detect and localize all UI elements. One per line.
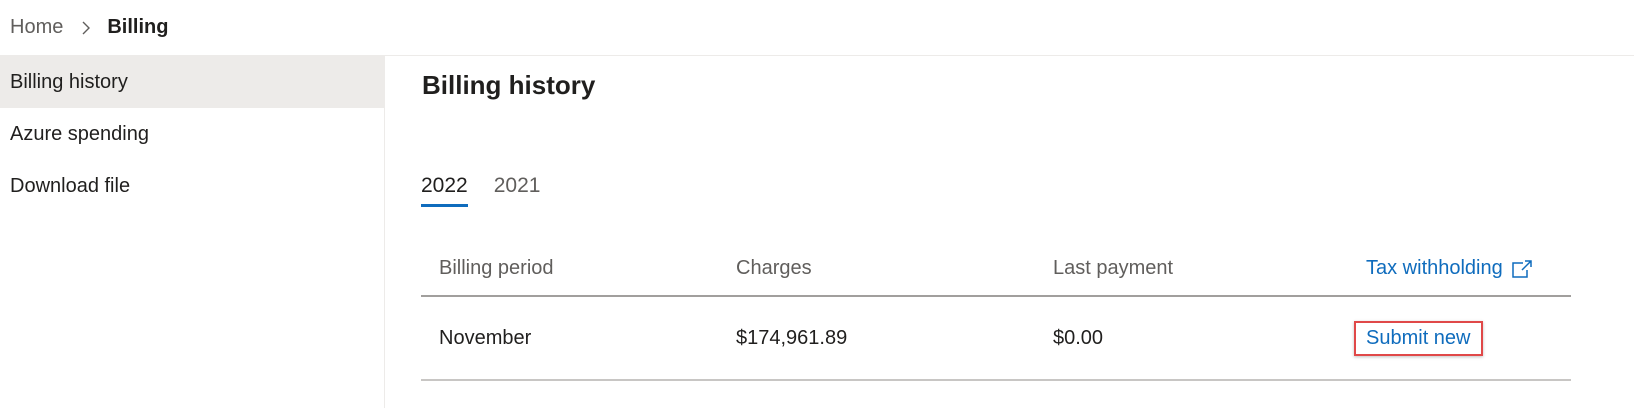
sidebar-item-label: Download file <box>10 174 131 197</box>
billing-table: Billing period Charges Last payment Tax … <box>421 242 1571 381</box>
header-tax-cell: Tax withholding <box>1366 257 1571 280</box>
sidebar: Billing history Azure spending Download … <box>0 56 385 408</box>
sidebar-item-label: Billing history <box>10 70 128 93</box>
table-header-row: Billing period Charges Last payment Tax … <box>421 242 1571 297</box>
cell-action: Submit new <box>1354 320 1571 356</box>
breadcrumb: Home Billing <box>0 0 1634 56</box>
chevron-right-icon <box>81 20 91 36</box>
tax-withholding-link[interactable]: Tax withholding <box>1366 257 1533 280</box>
breadcrumb-home-link[interactable]: Home <box>10 16 63 39</box>
header-last-payment: Last payment <box>1053 257 1174 279</box>
year-tabs: 2022 2021 <box>421 174 566 207</box>
main-content: Billing history 2022 2021 Billing period… <box>421 56 1634 408</box>
sidebar-item-label: Azure spending <box>10 122 149 145</box>
sidebar-item-billing-history[interactable]: Billing history <box>0 56 384 108</box>
sidebar-item-download-file[interactable]: Download file <box>0 160 384 212</box>
header-charges: Charges <box>736 257 812 279</box>
header-billing-period: Billing period <box>439 257 554 279</box>
table-row: November $174,961.89 $0.00 Submit new <box>421 297 1571 381</box>
breadcrumb-current: Billing <box>107 16 169 38</box>
tab-2022[interactable]: 2022 <box>421 174 468 207</box>
cell-billing-period: November <box>439 326 532 349</box>
cell-charges: $174,961.89 <box>736 326 848 349</box>
cell-last-payment: $0.00 <box>1053 326 1104 349</box>
tab-2021[interactable]: 2021 <box>494 174 541 207</box>
page-title: Billing history <box>422 70 596 100</box>
sidebar-item-azure-spending[interactable]: Azure spending <box>0 108 384 160</box>
submit-new-link[interactable]: Submit new <box>1354 320 1483 356</box>
tax-withholding-label: Tax withholding <box>1366 257 1503 279</box>
external-link-icon <box>1511 259 1533 279</box>
